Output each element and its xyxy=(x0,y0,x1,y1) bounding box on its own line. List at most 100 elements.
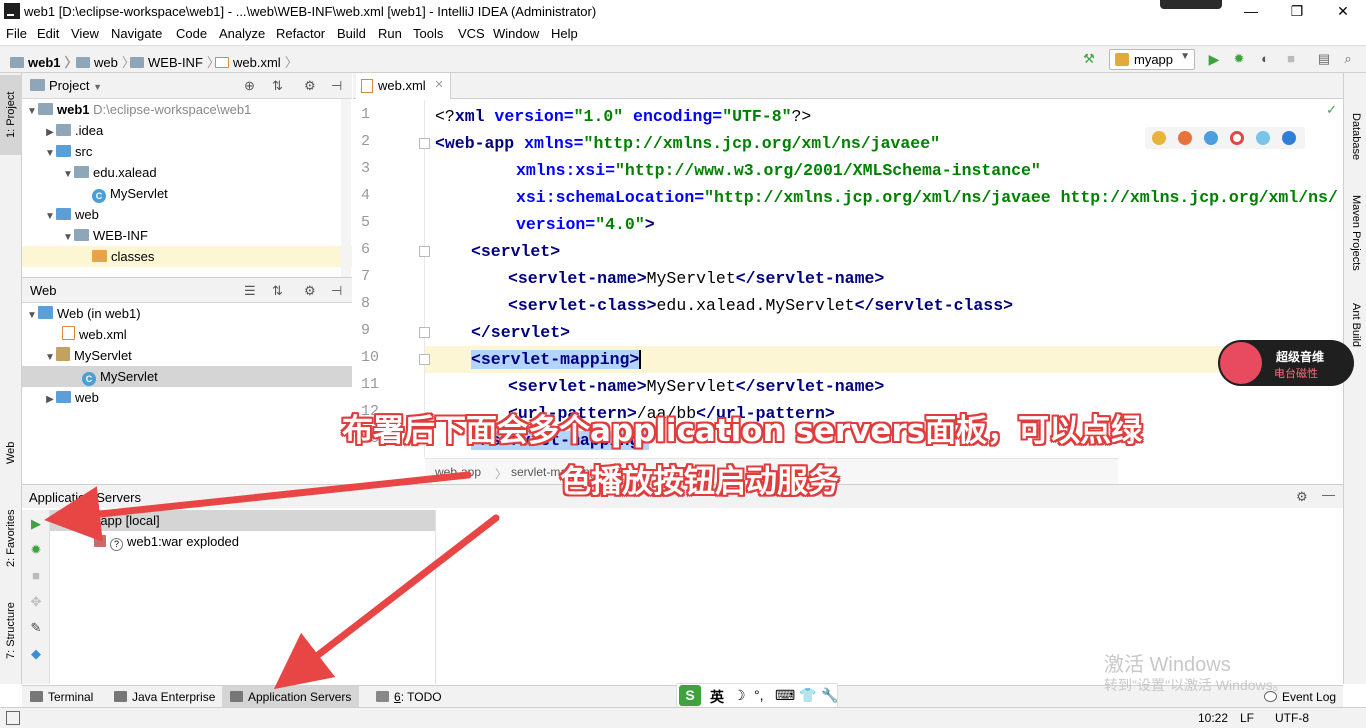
hide-icon[interactable]: ⊣ xyxy=(331,78,342,94)
edge-icon[interactable] xyxy=(1282,131,1296,145)
sogou-logo-icon[interactable]: S xyxy=(679,685,701,706)
tab-todo[interactable]: 6: TODO xyxy=(368,686,450,708)
debug-icon[interactable]: ✹ xyxy=(1231,51,1247,67)
minimize-button[interactable]: — xyxy=(1228,0,1274,23)
menu-refactor[interactable]: Refactor xyxy=(276,26,325,41)
fold-marker-icon[interactable] xyxy=(419,327,430,338)
run-icon[interactable]: ▶ xyxy=(1206,51,1222,67)
punctuation-icon[interactable]: °, xyxy=(754,687,764,703)
tree-item-web1[interactable]: ▼ web1 D:\eclipse-workspace\web1 xyxy=(22,99,352,120)
breadcrumb-web[interactable]: web 〉 xyxy=(76,52,135,71)
wrench-icon[interactable]: 🔧 xyxy=(821,687,838,704)
run-server-icon[interactable]: ▶ xyxy=(28,516,44,532)
tree-item-package[interactable]: ▼ edu.xalead xyxy=(22,162,352,183)
tab-java-enterprise[interactable]: Java Enterprise xyxy=(106,686,223,708)
firefox-icon[interactable] xyxy=(1178,131,1192,145)
ime-language[interactable]: 英 xyxy=(710,687,724,707)
collapse-all-icon[interactable]: ⇅ xyxy=(272,283,283,299)
tree-item-idea[interactable]: ▶ .idea xyxy=(22,120,352,141)
minimize-panel-icon[interactable]: — xyxy=(1322,487,1335,502)
folder-icon xyxy=(130,57,144,68)
tool-tab-database[interactable]: Database xyxy=(1344,97,1366,177)
tool-tab-web[interactable]: Web xyxy=(0,428,22,478)
safari-icon[interactable] xyxy=(1204,131,1218,145)
tree-item-classes[interactable]: classes xyxy=(22,246,352,267)
hide-icon[interactable]: ⊣ xyxy=(331,283,342,299)
project-structure-icon[interactable]: ▤ xyxy=(1316,51,1332,67)
tree-item-web-xml[interactable]: web.xml xyxy=(22,324,352,345)
tab-web-xml[interactable]: web.xml ✕ xyxy=(356,73,451,99)
breadcrumb-web-inf[interactable]: WEB-INF 〉 xyxy=(130,52,220,71)
tool-tab-maven[interactable]: Maven Projects xyxy=(1344,185,1366,280)
stop-server-icon[interactable]: ■ xyxy=(28,568,44,584)
run-configuration-select[interactable]: myapp ▼ xyxy=(1109,49,1195,70)
maximize-button[interactable]: ❐ xyxy=(1274,0,1320,23)
expand-all-icon[interactable]: ☰ xyxy=(244,283,256,299)
menu-window[interactable]: Window xyxy=(493,26,539,41)
menu-vcs[interactable]: VCS xyxy=(458,26,485,41)
search-everywhere-icon[interactable]: ⌕ xyxy=(1340,51,1356,67)
breadcrumb-web1[interactable]: web1 〉 xyxy=(10,52,78,71)
gear-icon[interactable]: ⚙ xyxy=(1296,489,1308,505)
locate-icon[interactable]: ⊕ xyxy=(244,78,255,94)
window-title: web1 [D:\eclipse-workspace\web1] - ...\w… xyxy=(24,4,597,19)
tree-item-web-root[interactable]: ▶ web xyxy=(22,387,352,408)
menu-tools[interactable]: Tools xyxy=(413,26,443,41)
tab-application-servers[interactable]: Application Servers xyxy=(222,686,360,708)
line-separator[interactable]: LF xyxy=(1240,711,1254,725)
floating-music-badge[interactable]: 超级音维 电台磁性 xyxy=(1218,340,1354,386)
gear-icon[interactable]: ⚙ xyxy=(304,78,316,94)
toggle-tool-windows-icon[interactable] xyxy=(6,711,20,725)
tool-tab-structure[interactable]: 7: Structure xyxy=(0,588,22,673)
close-button[interactable]: ✕ xyxy=(1320,0,1366,23)
code-line-1: <?xml version="1.0" encoding="UTF-8"?> xyxy=(435,107,812,126)
menu-analyze[interactable]: Analyze xyxy=(219,26,265,41)
project-view-selector[interactable]: Project ▼ xyxy=(30,78,102,93)
stop-icon[interactable]: ■ xyxy=(1283,51,1299,67)
tree-item-web[interactable]: ▼ web xyxy=(22,204,352,225)
menu-help[interactable]: Help xyxy=(551,26,578,41)
build-hammer-icon[interactable]: ⚒ xyxy=(1081,51,1097,67)
half-width-icon[interactable]: ☽ xyxy=(733,687,746,704)
menu-run[interactable]: Run xyxy=(378,26,402,41)
close-tab-icon[interactable]: ✕ xyxy=(434,78,443,91)
debug-server-icon[interactable]: ✹ xyxy=(28,542,44,558)
menu-code[interactable]: Code xyxy=(176,26,207,41)
opera-icon[interactable] xyxy=(1230,131,1244,145)
menu-build[interactable]: Build xyxy=(337,26,366,41)
menu-edit[interactable]: Edit xyxy=(37,26,59,41)
edit-config-icon[interactable]: ✎ xyxy=(28,620,44,636)
breadcrumb-web-xml[interactable]: web.xml 〉 xyxy=(215,52,298,71)
tool-tab-project[interactable]: 1: Project xyxy=(0,75,22,155)
chrome-icon[interactable] xyxy=(1152,131,1166,145)
ie-icon[interactable] xyxy=(1256,131,1270,145)
inspection-ok-icon[interactable]: ✓ xyxy=(1326,102,1337,118)
fold-marker-icon[interactable] xyxy=(419,138,430,149)
fold-marker-icon[interactable] xyxy=(419,354,430,365)
skin-icon[interactable]: 👕 xyxy=(799,687,816,704)
tab-terminal[interactable]: Terminal xyxy=(22,686,101,708)
tree-item-servlet-group[interactable]: ▼ MyServlet xyxy=(22,345,352,366)
tree-item-web-facet[interactable]: ▼ Web (in web1) xyxy=(22,303,352,324)
menu-view[interactable]: View xyxy=(71,26,99,41)
gear-icon[interactable]: ⚙ xyxy=(304,283,316,299)
crumb-web-app[interactable]: web-app xyxy=(435,465,481,479)
tree-item-src[interactable]: ▼ src xyxy=(22,141,352,162)
artifact-icon[interactable]: ◆ xyxy=(28,646,44,662)
file-encoding[interactable]: UTF-8 xyxy=(1275,711,1309,725)
project-scrollbar[interactable] xyxy=(341,99,351,277)
collapse-all-icon[interactable]: ⇅ xyxy=(272,78,283,94)
server-item-myapp[interactable]: ▼ myapp [local] xyxy=(50,510,435,531)
tree-item-servlet-class[interactable]: C MyServlet xyxy=(22,366,352,387)
tree-item-web-inf[interactable]: ▼ WEB-INF xyxy=(22,225,352,246)
keyboard-icon[interactable]: ⌨ xyxy=(775,687,795,704)
menu-file[interactable]: File xyxy=(6,26,27,41)
tree-item-myservlet-class[interactable]: C MyServlet xyxy=(22,183,352,204)
coverage-icon[interactable]: ◐ xyxy=(1257,51,1273,67)
tool-tab-favorites[interactable]: 2: Favorites xyxy=(0,493,22,583)
artifact-item-war[interactable]: ? web1:war exploded xyxy=(50,531,435,552)
fold-marker-icon[interactable] xyxy=(419,246,430,257)
deploy-icon[interactable]: ✥ xyxy=(28,594,44,610)
caret-position[interactable]: 10:22 xyxy=(1198,711,1228,725)
menu-navigate[interactable]: Navigate xyxy=(111,26,162,41)
